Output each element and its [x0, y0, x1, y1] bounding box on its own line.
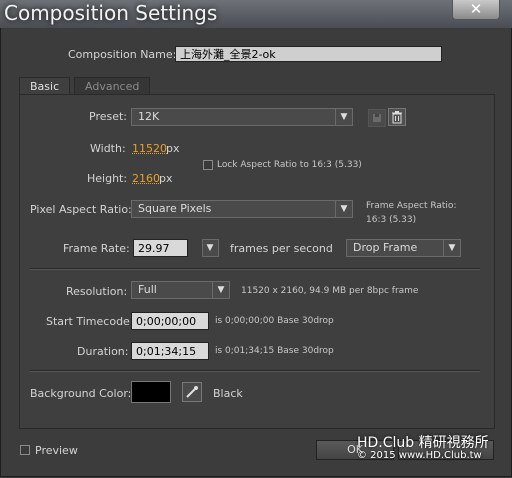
divider — [30, 268, 480, 270]
lock-aspect-label: Lock Aspect Ratio to 16:3 (5.33) — [217, 160, 362, 170]
pixel-aspect-label: Pixel Aspect Ratio: — [30, 203, 132, 216]
save-icon[interactable] — [368, 109, 386, 127]
chevron-down-icon: ▼ — [335, 109, 352, 125]
start-timecode-label: Start Timecode: — [46, 315, 134, 328]
width-value[interactable]: 11520 — [132, 142, 167, 155]
start-timecode-input[interactable]: 0;00;00;00 — [131, 312, 209, 330]
chevron-down-icon: ▼ — [443, 240, 460, 256]
chevron-down-icon: ▼ — [206, 243, 214, 253]
frame-rate-suffix: frames per second — [230, 242, 333, 255]
preview-label: Preview — [35, 444, 78, 457]
chevron-down-icon: ▼ — [212, 282, 229, 298]
eyedropper-icon[interactable] — [182, 382, 202, 402]
comp-name-input[interactable]: 上海外灘_全景2-ok — [175, 46, 442, 62]
height-unit: px — [159, 172, 173, 185]
tab-basic[interactable]: Basic — [19, 77, 71, 94]
pixel-aspect-dropdown[interactable]: Square Pixels ▼ — [131, 200, 353, 218]
chevron-down-icon: ▼ — [335, 201, 352, 217]
divider — [30, 370, 480, 372]
resolution-label: Resolution: — [66, 285, 128, 298]
background-color-name: Black — [213, 387, 243, 400]
height-label: Height: — [87, 172, 128, 185]
height-value[interactable]: 2160 — [132, 172, 160, 185]
start-timecode-info: is 0;00;00;00 Base 30drop — [215, 316, 334, 326]
drop-frame-value: Drop Frame — [353, 241, 418, 254]
resolution-info: 11520 x 2160, 94.9 MB per 8bpc frame — [241, 286, 419, 296]
frame-rate-input[interactable]: 29.97 — [133, 239, 188, 257]
frame-aspect-value: 16:3 (5.33) — [366, 215, 417, 225]
width-label: Width: — [90, 142, 126, 155]
resolution-dropdown[interactable]: Full ▼ — [131, 281, 230, 299]
resolution-value: Full — [138, 283, 157, 296]
duration-label: Duration: — [77, 345, 129, 358]
preset-value: 12K — [138, 110, 160, 123]
duration-input[interactable]: 0;01;34;15 — [131, 342, 209, 360]
preview-checkbox[interactable] — [20, 445, 30, 455]
frame-rate-label: Frame Rate: — [63, 242, 130, 255]
tab-advanced[interactable]: Advanced — [74, 77, 150, 94]
frame-aspect-label: Frame Aspect Ratio: — [366, 201, 457, 211]
lock-aspect-checkbox[interactable] — [203, 160, 213, 170]
frame-rate-preset-dropdown[interactable]: ▼ — [202, 239, 219, 257]
pixel-aspect-value: Square Pixels — [138, 202, 212, 215]
comp-name-label: Composition Name: — [68, 48, 177, 61]
close-button[interactable]: ✕ — [452, 0, 500, 20]
watermark-line1: HD.Club 精研視務所 — [357, 435, 489, 451]
window-title: Composition Settings — [4, 1, 218, 25]
duration-info: is 0;01;34;15 Base 30drop — [215, 346, 334, 356]
background-color-swatch[interactable] — [131, 381, 171, 403]
drop-frame-dropdown[interactable]: Drop Frame ▼ — [346, 239, 461, 257]
width-unit: px — [166, 142, 180, 155]
background-color-label: Background Color: — [30, 387, 132, 400]
watermark-line2: © 2015 www.HD.Club.tw — [357, 450, 482, 461]
trash-icon[interactable] — [388, 108, 406, 126]
preset-dropdown[interactable]: 12K ▼ — [131, 108, 353, 126]
preset-label: Preset: — [89, 110, 128, 123]
